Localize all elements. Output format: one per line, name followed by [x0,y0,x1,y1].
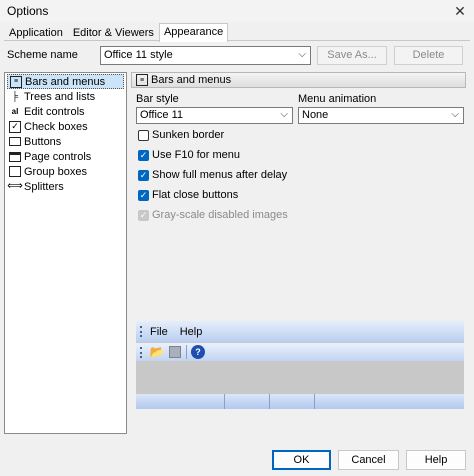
page-item-label: Check boxes [24,120,88,133]
menu-animation-value: None [302,109,329,121]
page-item-label: Bars and menus [25,75,106,88]
page-control-icon [9,151,21,163]
close-icon[interactable]: ✕ [446,0,474,22]
preview-toolbar: 📂 ? [136,343,464,361]
checkbox-icon: ✓ [9,120,21,133]
bars-icon: ≡ [136,74,148,86]
bar-style-select[interactable]: Office 11 ⌵ [136,107,293,124]
chevron-down-icon: ⌵ [451,109,459,120]
bar-style-value: Office 11 [140,109,184,121]
status-panel [270,394,315,409]
tab-editor-viewers[interactable]: Editor & Viewers [68,24,159,41]
preview-menu-file[interactable]: File [150,326,168,338]
groupbox-icon [9,166,21,178]
page-item-trees-and-lists[interactable]: ╞ Trees and lists [7,89,124,104]
scheme-name-select[interactable]: Office 11 style ⌵ [100,46,311,65]
save-as-button[interactable]: Save As... [317,46,387,65]
page-item-buttons[interactable]: Buttons [7,134,124,149]
page-item-group-boxes[interactable]: Group boxes [7,164,124,179]
scheme-name-label: Scheme name [7,49,78,61]
chevron-down-icon: ⌵ [280,109,288,120]
check-icon[interactable]: ✓ [138,169,149,181]
page-item-label: Buttons [24,135,62,148]
scheme-name-value: Office 11 style [104,49,173,61]
button-icon [9,136,21,148]
preview-menu-help[interactable]: Help [180,326,203,338]
page-item-label: Trees and lists [24,90,96,103]
checkbox-label: Sunken border [152,129,225,141]
page-item-page-controls[interactable]: Page controls [7,149,124,164]
tab-appearance[interactable]: Appearance [158,23,229,42]
check-icon: ✓ [138,209,149,221]
check-icon[interactable]: ✓ [138,149,149,161]
menu-animation-select[interactable]: None ⌵ [298,107,464,124]
status-panel [136,394,225,409]
pages-list: ≡ Bars and menus ╞ Trees and lists aI Ed… [4,72,127,434]
grip-icon [140,346,144,358]
page-item-label: Group boxes [24,165,87,178]
use-f10-checkbox[interactable]: ✓ Use F10 for menu [138,148,240,162]
section-header: ≡ Bars and menus [131,72,466,88]
preview-status-bar [136,394,464,409]
page-item-label: Edit controls [24,105,85,118]
page-item-label: Page controls [24,150,92,163]
checkbox-label: Use F10 for menu [152,149,241,161]
ok-button[interactable]: OK [272,450,331,470]
bars-preview: File Help 📂 ? [136,321,464,409]
section-title: Bars and menus [151,74,232,86]
show-full-menus-checkbox[interactable]: ✓ Show full menus after delay [138,168,287,182]
grayscale-images-checkbox: ✓ Gray-scale disabled images [138,208,288,222]
status-panel [315,394,464,409]
help-button[interactable]: Help [406,450,466,470]
cancel-button[interactable]: Cancel [338,450,399,470]
splitter-icon: ⟺ [7,180,23,192]
tab-strip: Application Editor & Viewers Appearance [4,23,229,42]
page-item-bars-and-menus[interactable]: ≡ Bars and menus [7,74,124,89]
chevron-down-icon: ⌵ [298,49,306,60]
bar-style-label: Bar style [136,93,179,105]
checkbox-label: Show full menus after delay [152,169,288,181]
help-icon[interactable]: ? [191,345,205,359]
check-icon[interactable]: ✓ [138,189,149,201]
checkbox-box[interactable] [138,129,149,141]
title-bar: Options ✕ [0,0,474,22]
grip-icon [140,326,144,337]
delete-button[interactable]: Delete [394,46,463,65]
status-panel [225,394,270,409]
bars-icon: ≡ [10,75,22,88]
page-item-edit-controls[interactable]: aI Edit controls [7,104,124,119]
window-title: Options [7,4,49,18]
checkbox-label: Flat close buttons [152,189,239,201]
page-item-label: Splitters [24,180,64,193]
edit-icon: aI [11,106,19,116]
preview-menu-bar: File Help [136,321,464,342]
sunken-border-checkbox[interactable]: Sunken border [138,128,224,142]
toolbar-separator [186,345,187,359]
checkbox-label: Gray-scale disabled images [152,209,288,221]
tab-application[interactable]: Application [4,24,68,41]
page-item-splitters[interactable]: ⟺ Splitters [7,179,124,194]
flat-close-buttons-checkbox[interactable]: ✓ Flat close buttons [138,188,238,202]
open-folder-icon[interactable]: 📂 [150,345,165,359]
tree-icon: ╞ [11,91,19,101]
page-item-check-boxes[interactable]: ✓ Check boxes [7,119,124,134]
save-icon[interactable] [168,345,182,359]
menu-animation-label: Menu animation [298,93,377,105]
